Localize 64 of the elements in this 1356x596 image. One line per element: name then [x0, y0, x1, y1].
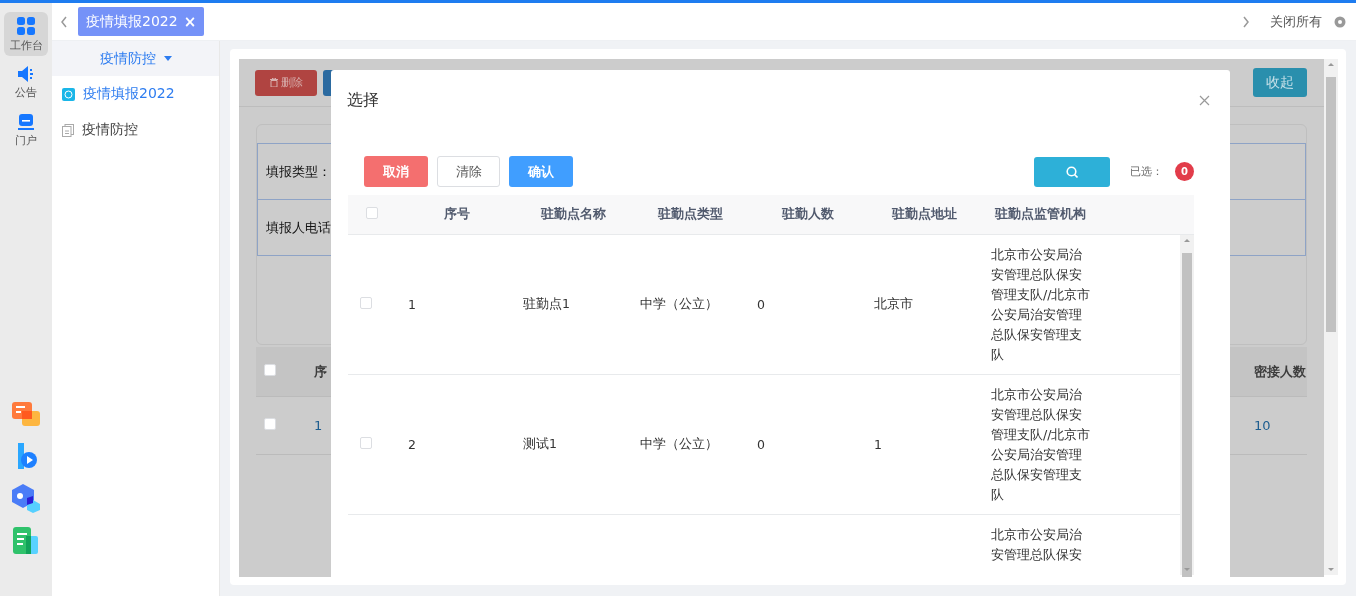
- column-header: 驻勤点类型: [657, 206, 724, 223]
- table-cell-text: 0: [756, 297, 766, 312]
- table-cell-text: 中学（公立）: [639, 296, 719, 313]
- tab[interactable]: 疫情填报2022 ×: [78, 7, 205, 36]
- speaker-icon: [16, 64, 36, 83]
- document-icon: [62, 123, 74, 137]
- document-icon[interactable]: [12, 526, 40, 556]
- collapse-button[interactable]: 收起: [1253, 68, 1307, 97]
- close-icon[interactable]: [1199, 94, 1210, 106]
- checkbox[interactable]: [264, 364, 276, 376]
- field-label: 填报类型：: [266, 162, 331, 181]
- checkbox[interactable]: [360, 437, 372, 449]
- rail-item[interactable]: 公告: [4, 60, 48, 104]
- table-cell-text: 0: [756, 437, 766, 452]
- table-cell-text: 2: [407, 437, 417, 452]
- menu-group-title[interactable]: 疫情防控: [99, 49, 156, 68]
- column-header: 驻勤点监管机构: [994, 206, 1087, 223]
- table-cell-text: 北京市: [873, 296, 914, 313]
- chevron-right-icon[interactable]: [1242, 15, 1250, 28]
- table-cell-text: 北京市公安局治安管理总队保安管理支队//北京市公安局治安管理总队保安管理支队: [990, 245, 1091, 364]
- count-badge: 0: [1175, 162, 1194, 181]
- clear-button[interactable]: 清除: [437, 156, 500, 187]
- hexagon-icon[interactable]: [11, 483, 41, 513]
- settings-icon[interactable]: [1334, 15, 1346, 28]
- checkbox[interactable]: [360, 297, 372, 309]
- checkbox[interactable]: [366, 207, 378, 219]
- column-header: 驻勤人数: [780, 206, 835, 223]
- grid-icon: [16, 15, 36, 36]
- table-cell: 1: [314, 418, 323, 433]
- menu-item[interactable]: 疫情防控: [52, 112, 219, 148]
- checkbox[interactable]: [264, 418, 276, 430]
- column-header: 密接人数: [1254, 362, 1307, 381]
- column-header: 序: [314, 362, 327, 381]
- search-button[interactable]: [1034, 156, 1110, 187]
- scrollbar[interactable]: [1324, 59, 1338, 575]
- column-header: 驻勤点地址: [891, 206, 958, 223]
- confirm-button[interactable]: 确认: [509, 156, 573, 187]
- field-label: 填报人电话: [266, 218, 331, 237]
- dialog-title: 选择: [347, 89, 379, 111]
- scrollbar[interactable]: [1180, 235, 1194, 575]
- search-icon: [1066, 165, 1078, 178]
- table-cell-text: 中学（公立）: [639, 436, 719, 453]
- chevron-left-icon[interactable]: [60, 15, 68, 28]
- close-tab-button[interactable]: ×: [183, 12, 197, 31]
- column-header: 驻勤点名称: [540, 206, 607, 223]
- chat-icon[interactable]: [11, 401, 41, 429]
- table-cell-text: 北京市公安局治安管理总队保安管理支队//北京市公安局治安管理总队保安管理支队: [990, 385, 1091, 504]
- table-cell-text: 10: [1254, 418, 1272, 433]
- cancel-button[interactable]: 取消: [364, 156, 428, 187]
- table-cell-text: 1: [407, 297, 417, 312]
- menu-item[interactable]: 疫情填报2022: [52, 76, 219, 112]
- rail-item[interactable]: 工作台: [4, 12, 48, 56]
- column-header: 序号: [442, 206, 471, 223]
- delete-button[interactable]: 删除: [255, 69, 317, 96]
- monitor-icon: [17, 112, 35, 131]
- caret-down-icon[interactable]: [163, 56, 172, 61]
- trash-icon: [269, 78, 278, 87]
- table-cell-text: 测试1: [522, 436, 558, 453]
- table-cell-text: 北京市公安局治安管理总队保安: [990, 526, 1083, 564]
- table-cell-text: 驻勤点1: [522, 296, 571, 313]
- selected-label: 已选：: [1130, 164, 1163, 179]
- close-all-button[interactable]: 关闭所有: [1270, 12, 1322, 31]
- table-cell-text: 1: [873, 437, 883, 452]
- rail-item[interactable]: 门户: [4, 108, 48, 152]
